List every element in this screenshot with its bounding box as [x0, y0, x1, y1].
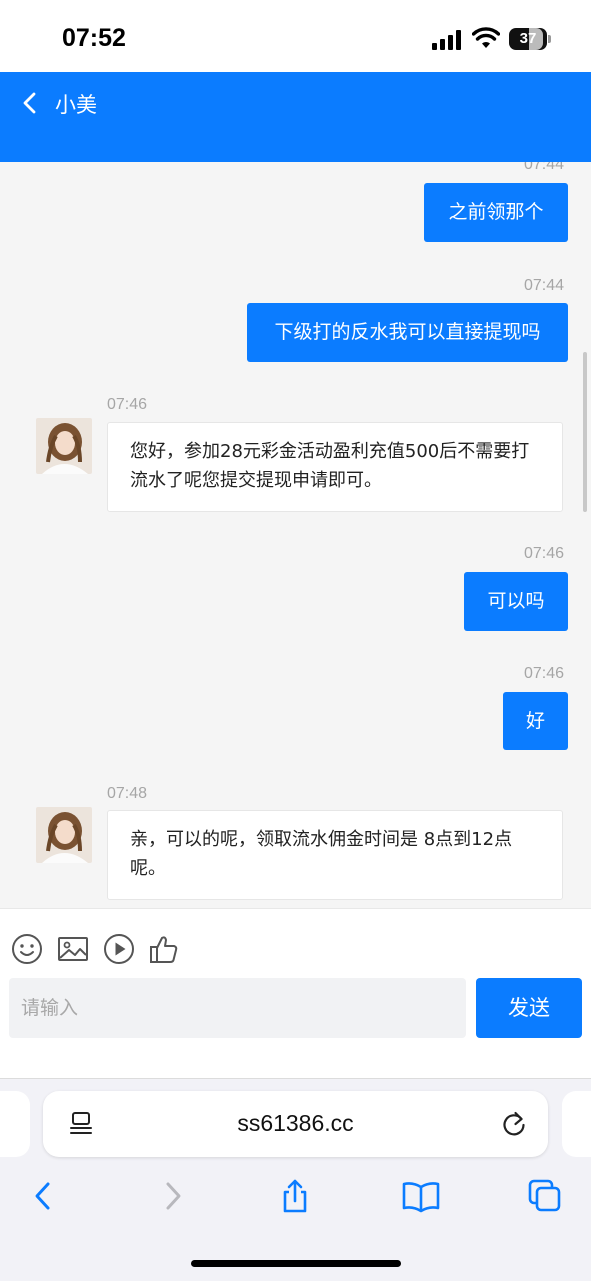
message-timestamp: 07:46 — [524, 665, 565, 682]
url-text: ss61386.cc — [237, 1110, 354, 1136]
message-input[interactable] — [9, 978, 466, 1038]
battery-level: 37 — [519, 30, 537, 47]
image-icon[interactable] — [57, 933, 89, 965]
incoming-message[interactable]: 您好，参加28元彩金活动盈利充值500后不需要打流水了呢您提交提现申请即可。 — [107, 422, 563, 512]
outgoing-message[interactable]: 下级打的反水我可以直接提现吗 — [247, 303, 568, 362]
next-tab-preview[interactable] — [562, 1091, 591, 1157]
scrollbar[interactable] — [583, 352, 587, 512]
thumbs-up-icon[interactable] — [148, 933, 180, 965]
video-play-icon[interactable] — [103, 933, 135, 965]
browser-toolbar: ss61386.cc — [0, 1078, 591, 1281]
previous-tab-preview[interactable] — [0, 1091, 30, 1157]
outgoing-message[interactable]: 可以吗 — [464, 572, 568, 631]
agent-avatar[interactable] — [36, 807, 92, 863]
message-timestamp: 07:46 — [107, 396, 148, 413]
message-timestamp: 07:44 — [524, 277, 565, 294]
bookmarks-icon[interactable] — [402, 1179, 440, 1213]
outgoing-message[interactable]: 之前领那个 — [424, 183, 568, 242]
chat-message-list[interactable]: 07:44 之前领那个 07:44 下级打的反水我可以直接提现吗 07:46 您… — [0, 162, 591, 908]
incoming-message[interactable]: 亲，可以的呢，领取流水佣金时间是 8点到12点呢。 — [107, 810, 563, 900]
browser-forward-icon[interactable] — [155, 1179, 189, 1213]
tabs-icon[interactable] — [528, 1179, 562, 1213]
home-indicator[interactable] — [191, 1260, 401, 1267]
avatar-image — [36, 807, 92, 863]
send-button[interactable]: 发送 — [476, 978, 582, 1038]
outgoing-message[interactable]: 好 — [503, 692, 568, 750]
message-timestamp: 07:44 — [524, 162, 565, 173]
battery-icon: 37 — [509, 28, 551, 50]
browser-back-icon[interactable] — [27, 1179, 61, 1213]
status-time: 07:52 — [62, 24, 126, 52]
avatar-image — [36, 418, 92, 474]
wifi-icon — [472, 27, 500, 48]
back-chevron-icon[interactable] — [18, 88, 42, 118]
reload-icon[interactable] — [501, 1110, 527, 1138]
chat-header: 小美 — [0, 72, 591, 162]
contact-name: 小美 — [55, 93, 97, 117]
cellular-signal-icon — [432, 30, 461, 50]
status-bar: 07:52 37 — [0, 0, 591, 72]
message-composer: 发送 — [0, 908, 591, 1079]
emoji-icon[interactable] — [11, 933, 43, 965]
message-timestamp: 07:48 — [107, 785, 148, 802]
message-timestamp: 07:46 — [524, 545, 565, 562]
share-icon[interactable] — [278, 1179, 312, 1213]
agent-avatar[interactable] — [36, 418, 92, 474]
address-bar[interactable]: ss61386.cc — [43, 1091, 548, 1157]
